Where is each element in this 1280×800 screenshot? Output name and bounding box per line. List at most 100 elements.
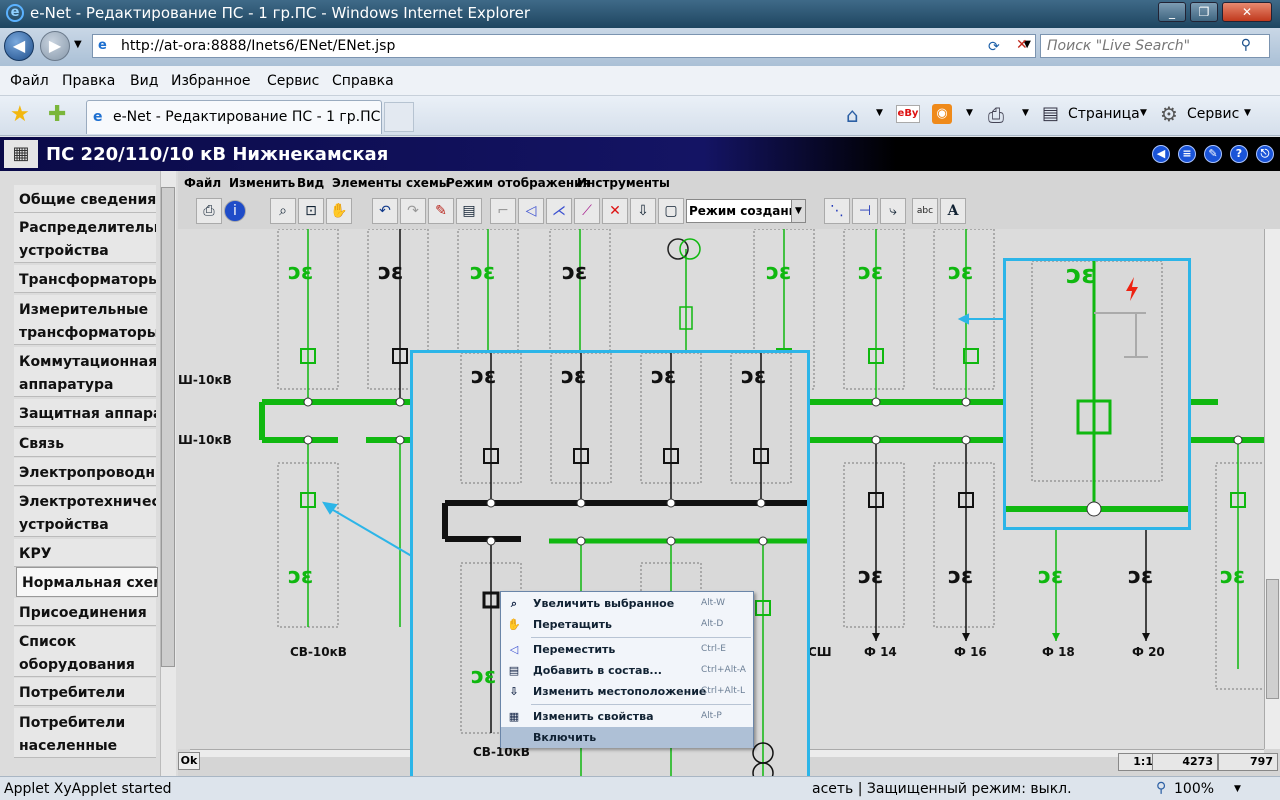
refresh-icon[interactable]: ⟳ — [988, 39, 1000, 55]
back-nav-icon[interactable]: ◀ — [1152, 145, 1170, 163]
print-dropdown-icon[interactable]: ▼ — [1022, 108, 1029, 118]
list-icon[interactable]: ≡ — [1178, 145, 1196, 163]
hand-tool-icon[interactable]: ✋ — [326, 198, 352, 224]
nav-scroll-thumb[interactable] — [161, 187, 175, 667]
applet-menu-elements[interactable]: Элементы схемы — [332, 176, 450, 190]
favorites-star-icon[interactable]: ★ — [10, 102, 30, 127]
menu-edit[interactable]: Правка — [62, 73, 115, 89]
canvas-vertical-scrollbar[interactable] — [1264, 229, 1280, 749]
link-tool-icon[interactable]: ⤷ — [880, 198, 906, 224]
connect-icon[interactable]: ⌐ — [490, 198, 516, 224]
page-tool-icon[interactable]: ▢ — [658, 198, 684, 224]
applet-menu-file[interactable]: Файл — [184, 176, 221, 190]
close-window-button[interactable]: ✕ — [1222, 2, 1272, 22]
properties-tool-icon[interactable]: ▤ — [456, 198, 482, 224]
nav-communication[interactable]: Связь — [14, 429, 156, 457]
help-icon[interactable]: ? — [1230, 145, 1248, 163]
page-menu[interactable]: Страница — [1068, 106, 1140, 122]
nav-conductors[interactable]: Электропроводники — [14, 458, 156, 486]
menu-help[interactable]: Справка — [332, 73, 394, 89]
edit-icon[interactable]: ✎ — [1204, 145, 1222, 163]
node-tool-icon[interactable]: ⋱ — [824, 198, 850, 224]
menu-tools[interactable]: Сервис — [267, 73, 319, 89]
menu-file[interactable]: Файл — [10, 73, 49, 89]
applet-menu-tools[interactable]: Инструменты — [577, 176, 670, 190]
info-icon[interactable]: i — [224, 200, 246, 222]
home-icon[interactable]: ⌂ — [846, 103, 859, 127]
undo-icon[interactable]: ↶ — [372, 198, 398, 224]
nav-protection[interactable]: Защитная аппаратура — [14, 399, 156, 427]
minimize-button[interactable]: _ — [1158, 2, 1186, 22]
redo-icon[interactable]: ↷ — [400, 198, 426, 224]
nav-consumers-settlements[interactable]: Потребители населенные пункты — [14, 708, 156, 758]
home-dropdown-icon[interactable]: ▼ — [876, 108, 883, 118]
exit-icon[interactable]: ⎋ — [1256, 145, 1274, 163]
ok-button[interactable]: Ok — [178, 752, 200, 770]
abc-tool-icon[interactable]: abc — [912, 198, 938, 224]
ctx-switch-on[interactable]: Включить — [501, 727, 753, 748]
ctx-properties[interactable]: ▦ Изменить свойства Alt-P — [501, 706, 753, 727]
nav-switchgear[interactable]: Коммутационная аппаратура — [14, 347, 156, 397]
rss-dropdown-icon[interactable]: ▼ — [966, 108, 973, 118]
search-icon[interactable]: ⚲ — [1241, 37, 1251, 53]
mode-dropdown-icon[interactable]: ▼ — [791, 200, 805, 222]
add-favorites-icon[interactable]: ✚ — [48, 102, 66, 127]
zoom-dropdown-icon[interactable]: ▼ — [1234, 784, 1241, 794]
relocate-tool-icon[interactable]: ⇩ — [630, 198, 656, 224]
nav-kru[interactable]: КРУ — [14, 539, 156, 567]
nav-general[interactable]: Общие сведения — [14, 185, 156, 213]
maximize-button[interactable]: ❐ — [1190, 2, 1218, 22]
applet-menu-view[interactable]: Вид — [297, 176, 324, 190]
zoom-magnifier-icon[interactable]: ⚲ — [1156, 780, 1166, 796]
ctx-add-to-set[interactable]: ▤ Добавить в состав... Ctrl+Alt-A — [501, 660, 753, 681]
text-tool-icon[interactable]: A — [940, 198, 966, 224]
nav-electrical-devices[interactable]: Электротехнические устройства — [14, 487, 156, 537]
nav-measuring-transformers[interactable]: Измерительные трансформаторы — [14, 295, 156, 345]
nav-consumers[interactable]: Потребители — [14, 678, 156, 706]
ctx-drag[interactable]: ✋ Перетащить Alt-D — [501, 614, 753, 635]
nav-equipment-list[interactable]: Список оборудования — [14, 627, 156, 677]
forward-button[interactable]: ▶ — [40, 31, 70, 61]
tools-menu[interactable]: Сервис — [1187, 106, 1239, 122]
add-node-icon[interactable]: ◁ — [518, 198, 544, 224]
add-branch-icon[interactable]: ⋌ — [546, 198, 572, 224]
nav-connections[interactable]: Присоединения — [14, 598, 156, 626]
stop-icon[interactable]: ✕ — [1016, 37, 1028, 53]
page-menu-icon[interactable]: ▤ — [1042, 103, 1059, 124]
search-field[interactable]: Поиск "Live Search" ⚲ — [1040, 34, 1270, 58]
menu-view[interactable]: Вид — [130, 73, 158, 89]
bus-tool-icon[interactable]: ⊣ — [852, 198, 878, 224]
canvas-vscroll-thumb[interactable] — [1266, 579, 1279, 699]
history-dropdown-icon[interactable]: ▼ — [74, 39, 82, 50]
delete-icon[interactable]: ✕ — [602, 198, 628, 224]
new-tab-button[interactable] — [384, 102, 414, 132]
menu-favorites[interactable]: Избранное — [171, 73, 251, 89]
substation-title: ПС 220/110/10 кВ Нижнекамская — [46, 144, 389, 165]
tools-gear-icon[interactable]: ⚙ — [1160, 102, 1178, 126]
address-field[interactable]: e http://at-ora:8888/Inets6/ENet/ENet.js… — [92, 34, 1036, 58]
fit-icon[interactable]: ⊡ — [298, 198, 324, 224]
display-mode-select[interactable]: Режим создания ▼ — [686, 199, 806, 223]
ctx-zoom-selected[interactable]: ⌕ Увеличить выбранное Alt-W — [501, 593, 753, 614]
nav-normal-scheme[interactable]: Нормальная схема — [16, 567, 158, 597]
add-line-icon[interactable]: ⟋ — [574, 198, 600, 224]
zoom-level[interactable]: 100% — [1174, 781, 1214, 797]
applet-menu-edit[interactable]: Изменить — [229, 176, 295, 190]
edit-element-icon[interactable]: ✎ — [428, 198, 454, 224]
ctx-add-label: Добавить в состав... — [533, 664, 662, 677]
rss-icon[interactable]: ◉ — [932, 104, 952, 124]
add-icon: ▤ — [508, 664, 520, 677]
ctx-relocate[interactable]: ⇩ Изменить местоположение Ctrl+Alt-L — [501, 681, 753, 702]
nav-transformers[interactable]: Трансформаторы — [14, 265, 156, 293]
ctx-move[interactable]: ◁ Переместить Ctrl-E — [501, 639, 753, 660]
applet-menu-display-mode[interactable]: Режим отображения — [446, 176, 590, 190]
back-button[interactable]: ◀ — [4, 31, 34, 61]
nav-distribution[interactable]: Распределительные устройства — [14, 213, 156, 263]
ebay-icon[interactable]: eBy — [896, 105, 920, 123]
zoom-tool-icon[interactable]: ⌕ — [270, 198, 296, 224]
tab-current[interactable]: e e-Net - Редактирование ПС - 1 гр.ПС — [86, 100, 382, 134]
print-tool-icon[interactable]: ⎙ — [196, 198, 222, 224]
tools-dropdown-icon[interactable]: ▼ — [1244, 108, 1251, 118]
page-dropdown-icon[interactable]: ▼ — [1140, 108, 1147, 118]
print-icon[interactable]: ⎙ — [988, 103, 1004, 127]
